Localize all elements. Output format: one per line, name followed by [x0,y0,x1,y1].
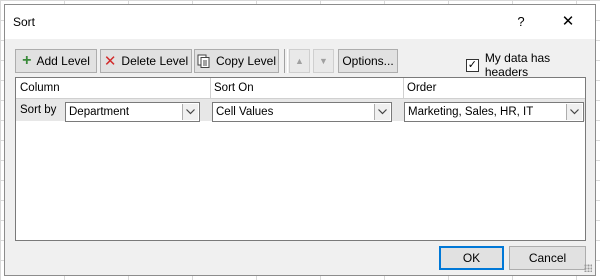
order-dropdown-value: Marketing, Sales, HR, IT [408,106,534,118]
arrow-up-icon: ▲ [295,56,304,66]
resize-grip[interactable] [584,264,592,272]
sort-dialog: Sort ? ✕ + Add Level ✕ Delete Level Copy… [4,4,596,276]
options-button[interactable]: Options... [338,49,398,73]
column-divider [403,78,404,98]
column-header: Column [20,82,60,94]
help-button[interactable]: ? [509,11,533,33]
copy-level-button[interactable]: Copy Level [194,49,279,73]
delete-level-button[interactable]: ✕ Delete Level [100,49,192,73]
copy-level-label: Copy Level [215,54,277,68]
close-icon: ✕ [561,13,575,30]
order-dropdown[interactable]: Marketing, Sales, HR, IT [404,102,584,122]
copy-icon [197,54,211,68]
column-divider [210,78,211,98]
title-bar: Sort ? ✕ [5,5,595,39]
arrow-down-icon: ▼ [319,56,328,66]
column-dropdown[interactable]: Department [65,102,200,122]
plus-icon: + [22,52,32,69]
dialog-title: Sort [13,15,36,29]
headers-checkbox[interactable]: ✓ [466,58,479,72]
chevron-down-icon[interactable] [182,104,198,120]
sort-on-dropdown-value: Cell Values [216,106,274,118]
sort-on-header: Sort On [214,82,254,94]
toolbar-separator [284,49,288,73]
ok-label: OK [462,251,481,265]
move-up-button[interactable]: ▲ [289,49,310,73]
chevron-down-icon[interactable] [374,104,390,120]
sort-by-label: Sort by [20,104,57,116]
options-label: Options... [342,54,394,68]
add-level-button[interactable]: + Add Level [15,49,97,73]
ok-button[interactable]: OK [439,246,504,270]
move-down-button[interactable]: ▼ [313,49,334,73]
chevron-down-icon[interactable] [566,104,582,120]
delete-x-icon: ✕ [103,52,117,70]
headers-checkbox-label: My data has headers [484,51,551,79]
sort-levels-grid: Column Sort On Order Sort by Department … [15,77,586,241]
headers-checkbox-control[interactable]: ✓ My data has headers [466,51,595,79]
cancel-button[interactable]: Cancel [509,246,586,270]
add-level-label: Add Level [36,54,90,68]
order-header: Order [407,82,437,94]
sort-on-dropdown[interactable]: Cell Values [212,102,392,122]
close-button[interactable]: ✕ [553,11,583,33]
cancel-label: Cancel [528,251,567,265]
delete-level-label: Delete Level [121,54,189,68]
column-dropdown-value: Department [69,106,130,118]
